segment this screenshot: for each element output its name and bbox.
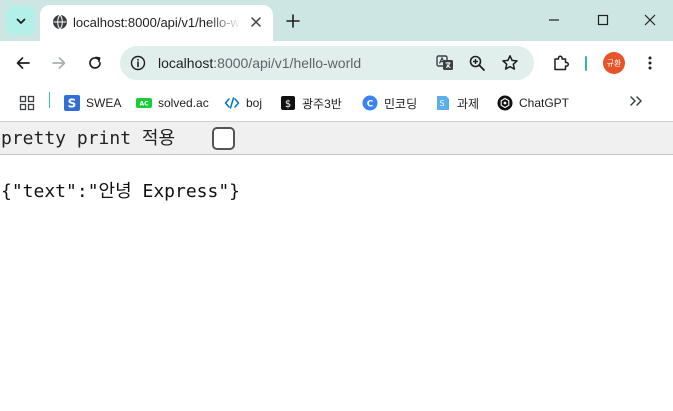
translate-icon	[436, 55, 453, 70]
bookmark-homework[interactable]: S 과제	[435, 92, 479, 114]
new-tab-button[interactable]	[283, 11, 303, 31]
bookmark-boj[interactable]: boj	[224, 92, 262, 114]
puzzle-icon	[554, 55, 570, 71]
bookmark-label: 민코딩	[384, 96, 418, 111]
title-bar: localhost:8000/api/v1/hello-world	[0, 0, 673, 41]
bookmark-label: boj	[246, 96, 263, 110]
tab-title: localhost:8000/api/v1/hello-world	[73, 15, 241, 30]
extensions-button[interactable]	[547, 49, 575, 77]
swea-icon: S	[64, 95, 80, 111]
forward-button[interactable]	[45, 49, 73, 77]
bookmark-label: 광주3반	[302, 96, 342, 111]
maximize-button[interactable]	[589, 7, 617, 33]
bookmark-gwangju[interactable]: $ 광주3반	[280, 92, 342, 114]
url-host: localhost	[158, 55, 214, 71]
arrow-left-icon	[16, 57, 30, 69]
solvedac-icon: AC	[136, 95, 152, 111]
bookmark-label: ChatGPT	[519, 96, 570, 110]
address-bar[interactable]: localhost:8000/api/v1/hello-world	[120, 46, 534, 80]
bookmark-chatgpt[interactable]: ChatGPT	[497, 92, 569, 114]
site-info-button[interactable]	[126, 51, 150, 75]
chevron-down-icon	[16, 18, 25, 24]
svg-text:$: $	[285, 99, 291, 110]
url-path: :8000/api/v1/hello-world	[213, 55, 362, 71]
pretty-print-checkbox[interactable]	[212, 127, 235, 150]
kebab-menu-icon	[648, 56, 652, 70]
close-icon	[251, 17, 261, 27]
code-icon	[224, 95, 240, 111]
pretty-print-bar: pretty print 적용	[0, 121, 673, 155]
info-icon	[130, 55, 146, 71]
zoom-in-icon	[469, 55, 485, 71]
notion-icon: $	[280, 95, 296, 111]
browser-tab[interactable]: localhost:8000/api/v1/hello-world	[40, 5, 273, 41]
minimize-icon	[549, 19, 559, 21]
back-button[interactable]	[9, 49, 37, 77]
bookmarks-bar: S SWEA AC solved.ac boj $ 광주3반 C 민코딩 S 과…	[0, 85, 673, 121]
bookmark-mincoding[interactable]: C 민코딩	[362, 92, 417, 114]
menu-button[interactable]	[636, 49, 664, 77]
chevron-double-right-icon	[630, 96, 642, 106]
apps-grid-icon	[19, 95, 35, 111]
url-text[interactable]: localhost:8000/api/v1/hello-world	[158, 55, 361, 72]
star-icon	[502, 55, 518, 70]
profile-avatar[interactable]: 규환	[603, 52, 625, 74]
mincoding-icon: C	[362, 95, 378, 111]
close-window-button[interactable]	[636, 7, 664, 33]
chatgpt-icon	[497, 95, 513, 111]
apps-button[interactable]	[19, 92, 35, 114]
svg-text:C: C	[367, 100, 374, 110]
pretty-print-label: pretty print 적용	[1, 128, 175, 149]
svg-text:S: S	[439, 99, 444, 108]
plus-icon	[286, 14, 300, 28]
maximize-icon	[597, 14, 609, 26]
browser-toolbar: localhost:8000/api/v1/hello-world 규환	[0, 41, 673, 85]
toolbar-separator	[585, 56, 587, 71]
arrow-right-icon	[52, 57, 66, 69]
translate-button[interactable]	[435, 53, 455, 73]
zoom-button[interactable]	[467, 53, 487, 73]
tab-close-button[interactable]	[248, 14, 264, 30]
tab-search-button[interactable]	[6, 6, 35, 35]
json-response: {"text":"안녕 Express"}	[1, 181, 241, 202]
bookmark-label: SWEA	[86, 96, 122, 110]
bookmark-star-button[interactable]	[500, 53, 520, 73]
globe-icon	[53, 14, 67, 30]
bookmark-solvedac[interactable]: AC solved.ac	[136, 92, 209, 114]
bookmark-swea[interactable]: S SWEA	[64, 92, 121, 114]
reload-button[interactable]	[81, 49, 109, 77]
bookmark-label: solved.ac	[158, 96, 209, 110]
svg-text:AC: AC	[139, 101, 149, 108]
bookmarks-overflow-button[interactable]	[626, 92, 646, 110]
reload-icon	[89, 56, 101, 69]
bookmarks-separator	[49, 92, 50, 108]
bookmark-label: 과제	[457, 96, 480, 111]
minimize-button[interactable]	[540, 7, 568, 33]
svg-text:S: S	[68, 97, 77, 111]
doc-icon: S	[435, 95, 451, 111]
close-icon	[644, 14, 656, 26]
